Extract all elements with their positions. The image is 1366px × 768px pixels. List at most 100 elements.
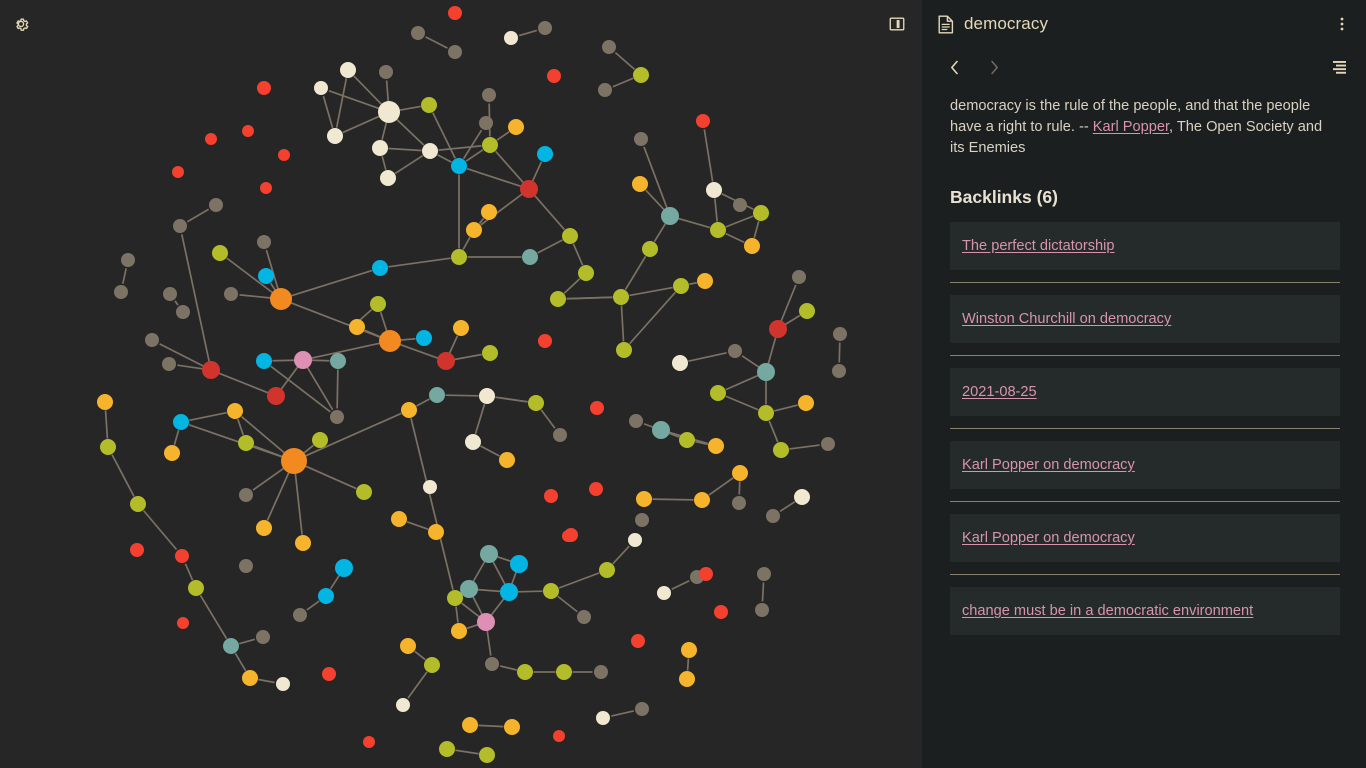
graph-node[interactable] (594, 665, 608, 679)
graph-node[interactable] (508, 119, 524, 135)
graph-node[interactable] (322, 667, 336, 681)
graph-node[interactable] (537, 146, 553, 162)
graph-node[interactable] (504, 719, 520, 735)
graph-node[interactable] (295, 535, 311, 551)
graph-node[interactable] (260, 182, 272, 194)
backlink-link[interactable]: Karl Popper on democracy (962, 530, 1135, 546)
graph-node[interactable] (480, 545, 498, 563)
graph-node[interactable] (589, 482, 603, 496)
graph-node[interactable] (577, 610, 591, 624)
graph-node[interactable] (635, 702, 649, 716)
graph-node[interactable] (114, 285, 128, 299)
graph-node[interactable] (465, 434, 481, 450)
graph-node[interactable] (312, 432, 328, 448)
graph-node[interactable] (349, 319, 365, 335)
graph-node[interactable] (562, 530, 574, 542)
graph-node[interactable] (257, 235, 271, 249)
graph-node[interactable] (553, 428, 567, 442)
graph-node[interactable] (732, 465, 748, 481)
toggle-sidebar-button[interactable] (884, 11, 910, 37)
graph-node[interactable] (798, 395, 814, 411)
graph-node[interactable] (744, 238, 760, 254)
graph-node[interactable] (396, 698, 410, 712)
graph-node[interactable] (482, 137, 498, 153)
graph-node[interactable] (543, 583, 559, 599)
graph-node[interactable] (173, 414, 189, 430)
graph-node[interactable] (672, 355, 688, 371)
graph-node[interactable] (481, 204, 497, 220)
graph-node[interactable] (633, 67, 649, 83)
graph-node[interactable] (466, 222, 482, 238)
graph-node[interactable] (699, 567, 713, 581)
backlink-card[interactable]: Karl Popper on democracy (950, 514, 1340, 562)
backlink-card[interactable]: 2021-08-25 (950, 368, 1340, 416)
graph-node[interactable] (479, 116, 493, 130)
graph-node[interactable] (631, 634, 645, 648)
inline-link-karl-popper[interactable]: Karl Popper (1093, 119, 1169, 135)
graph-node[interactable] (257, 81, 271, 95)
graph-node[interactable] (437, 352, 455, 370)
graph-node[interactable] (642, 241, 658, 257)
graph-node[interactable] (794, 489, 810, 505)
graph-node[interactable] (172, 166, 184, 178)
graph-node[interactable] (769, 320, 787, 338)
graph-node[interactable] (318, 588, 334, 604)
graph-node[interactable] (335, 559, 353, 577)
graph-node[interactable] (757, 363, 775, 381)
outline-button[interactable] (1328, 55, 1352, 79)
graph-node[interactable] (673, 278, 689, 294)
graph-node[interactable] (401, 402, 417, 418)
graph-node[interactable] (422, 143, 438, 159)
graph-node[interactable] (482, 345, 498, 361)
graph-node[interactable] (447, 590, 463, 606)
graph-node[interactable] (596, 711, 610, 725)
graph-node[interactable] (556, 664, 572, 680)
graph-node[interactable] (708, 438, 724, 454)
graph-node[interactable] (205, 133, 217, 145)
graph-node[interactable] (599, 562, 615, 578)
graph-node[interactable] (130, 496, 146, 512)
graph-node[interactable] (538, 21, 552, 35)
graph-node[interactable] (479, 747, 495, 763)
graph-node[interactable] (697, 273, 713, 289)
graph-node[interactable] (547, 69, 561, 83)
graph-node[interactable] (256, 520, 272, 536)
graph-node[interactable] (363, 736, 375, 748)
graph-node[interactable] (451, 249, 467, 265)
graph-node[interactable] (460, 580, 478, 598)
graph-node[interactable] (504, 31, 518, 45)
graph-node[interactable] (256, 353, 272, 369)
graph-node[interactable] (451, 623, 467, 639)
graph-node[interactable] (500, 583, 518, 601)
graph-node[interactable] (173, 219, 187, 233)
graph-node[interactable] (391, 511, 407, 527)
backlink-card[interactable]: The perfect dictatorship (950, 222, 1340, 270)
graph-node[interactable] (679, 432, 695, 448)
graph-node[interactable] (520, 180, 538, 198)
graph-node[interactable] (522, 249, 538, 265)
graph-node[interactable] (477, 613, 495, 631)
graph-node[interactable] (632, 176, 648, 192)
graph-node[interactable] (562, 228, 578, 244)
graph-node[interactable] (416, 330, 432, 346)
graph-node[interactable] (100, 439, 116, 455)
graph-node[interactable] (270, 288, 292, 310)
graph-node[interactable] (330, 410, 344, 424)
graph-node[interactable] (728, 344, 742, 358)
graph-node[interactable] (636, 491, 652, 507)
graph-node[interactable] (400, 638, 416, 654)
graph-node[interactable] (163, 287, 177, 301)
graph-node[interactable] (758, 405, 774, 421)
graph-node[interactable] (330, 353, 346, 369)
backlink-card[interactable]: Karl Popper on democracy (950, 441, 1340, 489)
nav-back-button[interactable] (940, 54, 968, 80)
graph-node[interactable] (223, 638, 239, 654)
graph-node[interactable] (710, 222, 726, 238)
graph-node[interactable] (227, 403, 243, 419)
nav-forward-button[interactable] (980, 54, 1008, 80)
graph-node[interactable] (97, 394, 113, 410)
graph-node[interactable] (553, 730, 565, 742)
graph-node[interactable] (773, 442, 789, 458)
graph-node[interactable] (453, 320, 469, 336)
graph-node[interactable] (694, 492, 710, 508)
